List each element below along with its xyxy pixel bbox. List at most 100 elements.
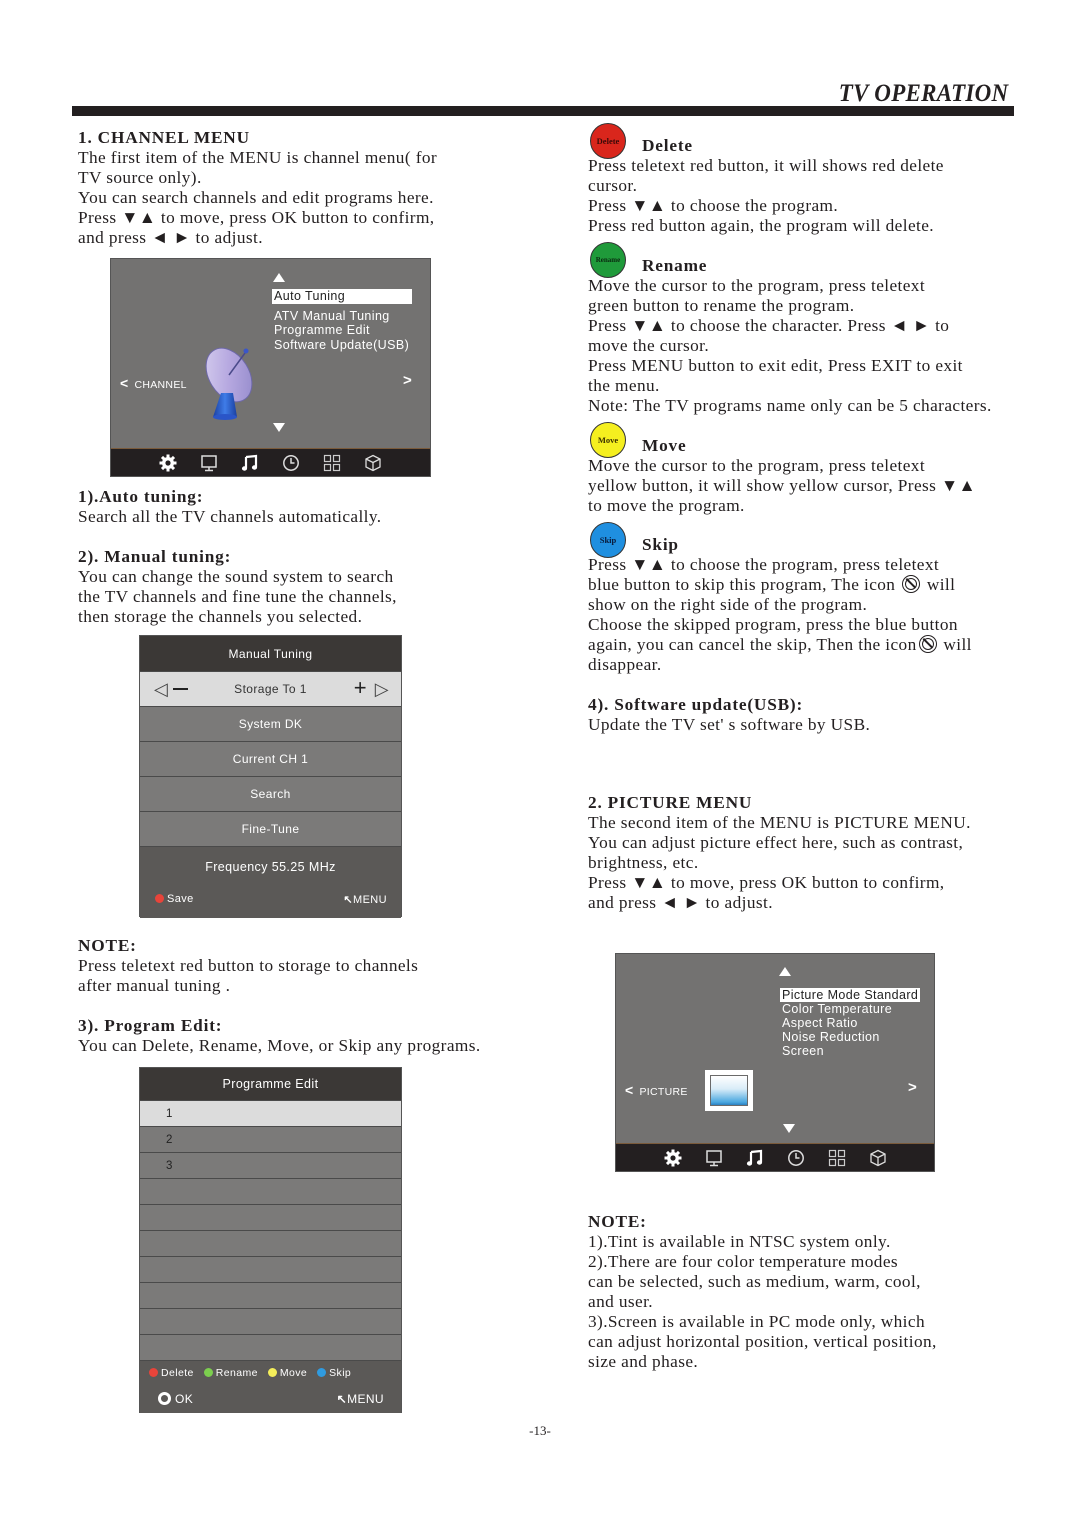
paragraph-line: move the cursor. bbox=[588, 336, 710, 355]
red-dot-icon bbox=[155, 894, 164, 903]
section-heading: Delete bbox=[642, 136, 693, 155]
menu-item-color-temperature[interactable]: Color Temperature bbox=[780, 1002, 920, 1016]
programme-row[interactable]: 3 bbox=[140, 1152, 401, 1178]
paragraph-line: The second item of the MENU is PICTURE M… bbox=[588, 813, 971, 832]
paragraph-line: 1).Tint is available in NTSC system only… bbox=[588, 1232, 891, 1251]
storage-to-row[interactable]: ◁ Storage To 1 + ▷ bbox=[140, 671, 401, 706]
right-arrow-outline-icon[interactable]: ▷ bbox=[375, 680, 389, 698]
programme-row[interactable]: 1 bbox=[140, 1100, 401, 1126]
satellite-dish-icon bbox=[205, 347, 253, 420]
minus-icon[interactable] bbox=[173, 688, 188, 690]
skip-section: Press ▼▲ to choose the program, press te… bbox=[588, 555, 972, 735]
channel-menu-osd: Auto Tuning ATV Manual Tuning Programme … bbox=[110, 258, 431, 477]
paragraph-line: Press ▼▲ to choose the program. bbox=[588, 196, 839, 215]
picture-screen-icon bbox=[705, 1070, 753, 1111]
paragraph-line: Update the TV set' s software by USB. bbox=[588, 715, 871, 734]
paragraph-line: disappear. bbox=[588, 655, 662, 674]
menu-item-noise-reduction[interactable]: Noise Reduction bbox=[780, 1030, 920, 1044]
back-arrow-icon: ↖ bbox=[343, 894, 353, 906]
rename-key[interactable]: Rename bbox=[203, 1367, 258, 1379]
paragraph-line: green button to rename the program. bbox=[588, 296, 855, 315]
menu-button[interactable]: ↖MENU bbox=[343, 893, 387, 906]
delete-section: Press teletext red button, it will shows… bbox=[588, 156, 944, 236]
programme-row[interactable] bbox=[140, 1308, 401, 1334]
menu-button[interactable]: ↖MENU bbox=[337, 1392, 384, 1406]
header-divider-bar bbox=[72, 106, 1014, 116]
left-chevron-icon[interactable]: < bbox=[120, 375, 128, 391]
menu-item-programme-edit[interactable]: Programme Edit bbox=[272, 323, 412, 338]
system-row[interactable]: System DK bbox=[140, 706, 401, 741]
down-arrow-icon[interactable] bbox=[273, 423, 285, 432]
section-heading: NOTE: bbox=[78, 936, 137, 955]
programme-row[interactable] bbox=[140, 1256, 401, 1282]
section-heading: Move bbox=[642, 436, 687, 455]
cube-icon[interactable] bbox=[868, 1148, 888, 1168]
save-button[interactable]: Save bbox=[155, 893, 194, 905]
paragraph-line: Press ▼▲ to choose the character. Press … bbox=[588, 316, 950, 335]
programme-row[interactable] bbox=[140, 1230, 401, 1256]
music-note-icon[interactable] bbox=[240, 453, 260, 473]
left-arrow-outline-icon[interactable]: ◁ bbox=[154, 680, 168, 698]
grid-icon[interactable] bbox=[322, 453, 342, 473]
legend-label: Delete bbox=[161, 1367, 194, 1379]
gear-icon[interactable] bbox=[663, 1148, 683, 1168]
section-heading: 1).Auto tuning: bbox=[78, 487, 204, 506]
legend-label: Skip bbox=[329, 1367, 352, 1379]
paragraph-line: The first item of the MENU is channel me… bbox=[78, 148, 438, 167]
auto-tuning-section: 1).Auto tuning: Search all the TV channe… bbox=[78, 487, 397, 627]
menu-tab-bar bbox=[111, 448, 430, 476]
menu-item-screen[interactable]: Screen bbox=[780, 1044, 920, 1058]
music-note-icon[interactable] bbox=[745, 1148, 765, 1168]
menu-label: MENU bbox=[353, 894, 387, 906]
paragraph-line: to move the program. bbox=[588, 496, 745, 515]
programme-row[interactable] bbox=[140, 1334, 401, 1360]
menu-item-aspect-ratio[interactable]: Aspect Ratio bbox=[780, 1016, 920, 1030]
left-chevron-icon[interactable]: < bbox=[625, 1082, 633, 1098]
down-arrow-icon[interactable] bbox=[783, 1124, 795, 1133]
clock-icon[interactable] bbox=[786, 1148, 806, 1168]
paragraph-line: Move the cursor to the program, press te… bbox=[588, 456, 926, 475]
menu-item-auto-tuning[interactable]: Auto Tuning bbox=[272, 289, 412, 304]
cube-icon[interactable] bbox=[363, 453, 383, 473]
grid-icon[interactable] bbox=[827, 1148, 847, 1168]
up-arrow-icon[interactable] bbox=[273, 273, 285, 282]
fine-tune-row[interactable]: Fine-Tune bbox=[140, 811, 401, 846]
skip-key[interactable]: Skip bbox=[317, 1367, 351, 1379]
monitor-icon[interactable] bbox=[704, 1148, 724, 1168]
section-heading: 4). Software update(USB): bbox=[588, 695, 804, 714]
gear-icon[interactable] bbox=[158, 453, 178, 473]
yellow-dot-icon bbox=[267, 1368, 277, 1377]
programme-row[interactable]: 2 bbox=[140, 1126, 401, 1152]
menu-item-software-update[interactable]: Software Update(USB) bbox=[272, 338, 412, 353]
panel-footer: Frequency 55.25 MHz Save ↖MENU bbox=[140, 846, 401, 918]
paragraph-line: Press ▼▲ to move, press OK button to con… bbox=[588, 873, 945, 892]
programme-row[interactable] bbox=[140, 1204, 401, 1230]
ok-button[interactable]: OK bbox=[158, 1392, 193, 1406]
search-row[interactable]: Search bbox=[140, 776, 401, 811]
programme-row[interactable] bbox=[140, 1282, 401, 1308]
picture-note-section: NOTE: 1).Tint is available in NTSC syste… bbox=[588, 1212, 937, 1372]
right-chevron-icon[interactable]: > bbox=[403, 372, 412, 389]
paragraph-line: and press ◄ ► to adjust. bbox=[78, 228, 263, 247]
green-dot-icon bbox=[203, 1368, 213, 1377]
plus-icon[interactable]: + bbox=[354, 677, 367, 699]
paragraph-line: Search all the TV channels automatically… bbox=[78, 507, 382, 526]
blue-dot-icon bbox=[317, 1368, 327, 1377]
menu-item-picture-mode[interactable]: Picture Mode Standard bbox=[780, 988, 921, 1002]
current-channel-row[interactable]: Current CH 1 bbox=[140, 741, 401, 776]
menu-item-atv-manual-tuning[interactable]: ATV Manual Tuning bbox=[272, 309, 412, 324]
section-heading: 2). Manual tuning: bbox=[78, 547, 232, 566]
programme-row[interactable] bbox=[140, 1178, 401, 1204]
up-arrow-icon[interactable] bbox=[779, 967, 791, 976]
delete-key[interactable]: Delete bbox=[149, 1367, 194, 1379]
page-number: -13- bbox=[529, 1423, 551, 1438]
panel-footer: Delete Rename Move Skip OK ↖MENU bbox=[140, 1360, 401, 1413]
rename-section: Move the cursor to the program, press te… bbox=[588, 276, 992, 416]
picture-menu-osd: Picture Mode Standard Color Temperature … bbox=[615, 953, 935, 1172]
move-key[interactable]: Move bbox=[267, 1367, 307, 1379]
right-chevron-icon[interactable]: > bbox=[908, 1079, 917, 1096]
monitor-icon[interactable] bbox=[199, 453, 219, 473]
paragraph-line: blue button to skip this program, The ic… bbox=[588, 575, 956, 594]
section-heading: NOTE: bbox=[588, 1212, 647, 1231]
clock-icon[interactable] bbox=[281, 453, 301, 473]
